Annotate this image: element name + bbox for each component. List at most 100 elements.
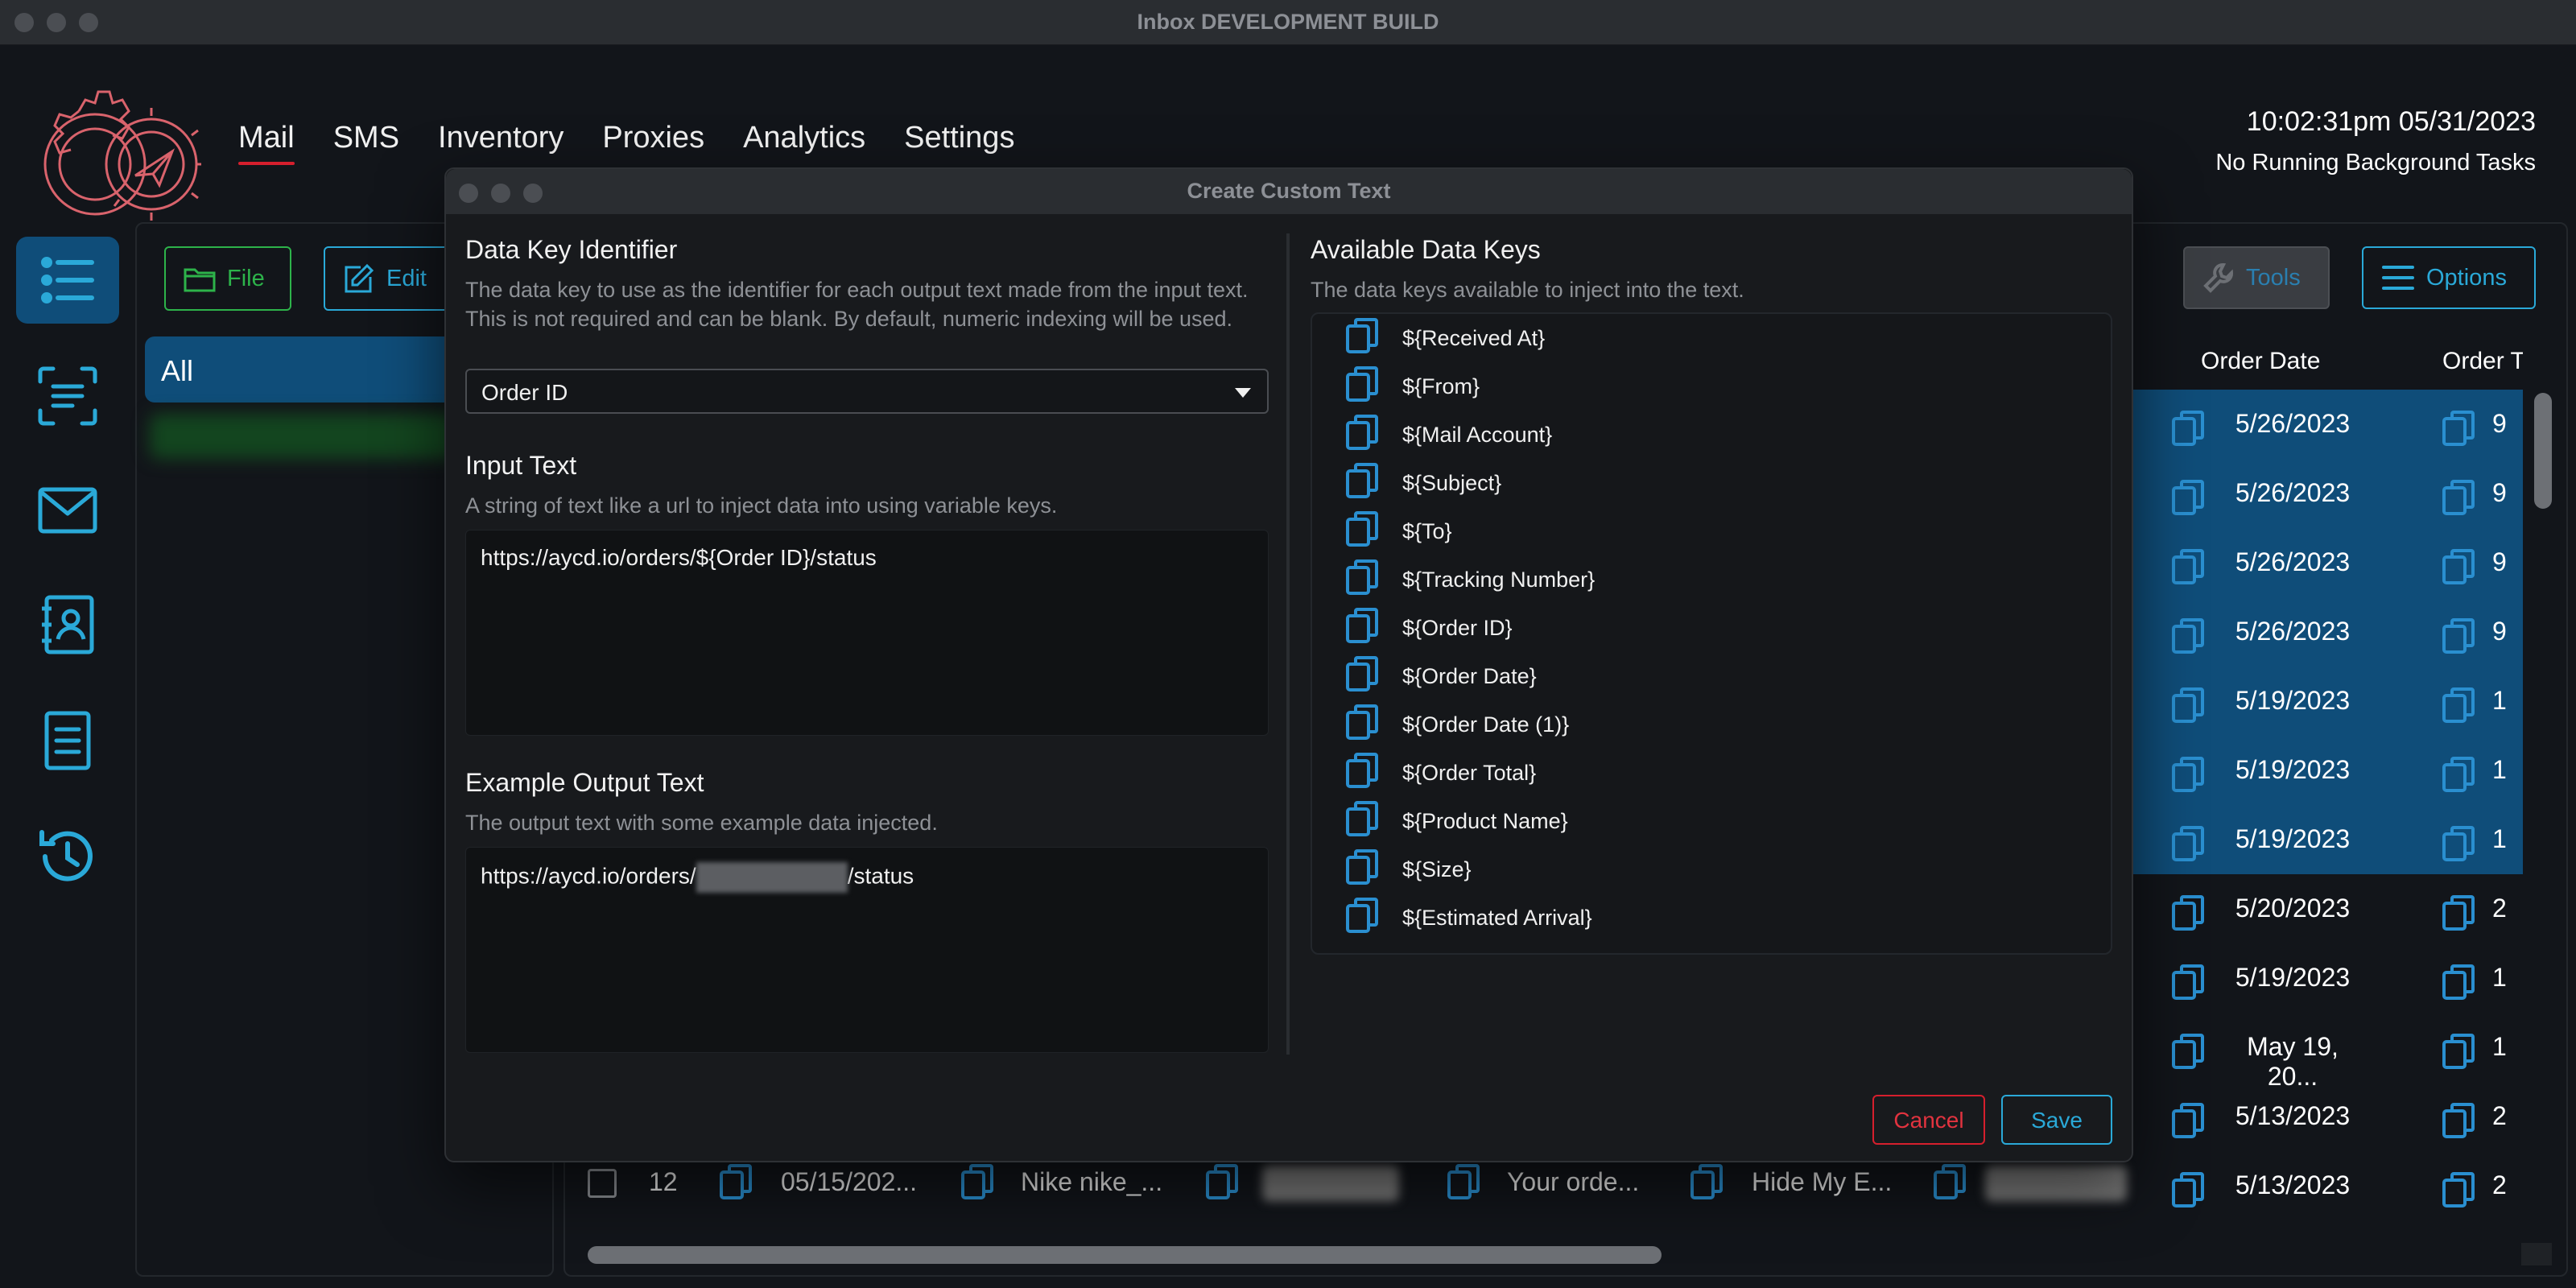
copy-icon[interactable] <box>2170 409 2206 448</box>
table-row[interactable]: 5/13/2023 2 <box>2133 1154 2523 1224</box>
copy-icon[interactable] <box>2441 617 2476 655</box>
copy-icon[interactable] <box>2170 478 2206 517</box>
copy-icon[interactable] <box>2441 686 2476 724</box>
table-row[interactable]: May 19, 20... 1 <box>2133 1016 2523 1091</box>
copy-icon[interactable] <box>1932 1162 1967 1201</box>
sidebar-item-list[interactable] <box>16 237 119 324</box>
copy-icon[interactable] <box>1344 654 1380 699</box>
copy-icon[interactable] <box>2170 547 2206 586</box>
sidebar-item-contacts[interactable] <box>16 581 119 668</box>
copy-icon[interactable] <box>2441 1032 2476 1071</box>
table-row[interactable]: 5/20/2023 2 <box>2133 877 2523 947</box>
nav-inventory[interactable]: Inventory <box>438 121 564 165</box>
order-total-cell: 9 <box>2492 617 2507 646</box>
copy-icon[interactable] <box>2441 409 2476 448</box>
copy-icon[interactable] <box>1446 1162 1481 1201</box>
table-row[interactable]: 5/19/2023 1 <box>2133 808 2523 877</box>
header-order-date[interactable]: Order Date <box>2201 348 2320 375</box>
copy-icon[interactable] <box>2170 1032 2206 1071</box>
clock: 10:02:31pm 05/31/2023 <box>2246 106 2536 137</box>
copy-icon[interactable] <box>2170 824 2206 863</box>
copy-icon[interactable] <box>1344 896 1380 940</box>
copy-icon[interactable] <box>1344 461 1380 506</box>
table-row[interactable]: 5/19/2023 1 <box>2133 670 2523 739</box>
table-row[interactable]: 5/26/2023 9 <box>2133 462 2523 531</box>
file-button[interactable]: File <box>164 246 291 311</box>
nav-mail[interactable]: Mail <box>238 121 295 165</box>
copy-icon[interactable] <box>2441 963 2476 1001</box>
copy-icon[interactable] <box>718 1162 753 1201</box>
copy-icon[interactable] <box>1344 365 1380 409</box>
nav-proxies[interactable]: Proxies <box>602 121 704 165</box>
data-key-item[interactable]: ${Order Date (1)} <box>1344 700 1569 749</box>
copy-icon[interactable] <box>2170 686 2206 724</box>
copy-icon[interactable] <box>2441 1101 2476 1140</box>
copy-icon[interactable] <box>2441 478 2476 517</box>
options-button[interactable]: Options <box>2362 246 2536 309</box>
folder-all[interactable]: All <box>145 336 483 402</box>
data-key-item[interactable]: ${Received At} <box>1344 314 1545 362</box>
tools-button[interactable]: Tools <box>2183 246 2330 309</box>
nav-sms[interactable]: SMS <box>333 121 399 165</box>
table-row[interactable]: 5/26/2023 9 <box>2133 531 2523 601</box>
sidebar-item-history[interactable] <box>16 813 119 900</box>
table-row[interactable]: 5/26/2023 9 <box>2133 601 2523 670</box>
data-key-item[interactable]: ${Product Name} <box>1344 797 1568 845</box>
table-row[interactable]: 5/13/2023 2 <box>2133 1085 2523 1154</box>
table-row[interactable]: 5/19/2023 1 <box>2133 739 2523 808</box>
edit-button[interactable]: Edit <box>324 246 460 311</box>
copy-icon[interactable] <box>2170 1101 2206 1140</box>
copy-icon[interactable] <box>2170 894 2206 932</box>
copy-icon[interactable] <box>1689 1162 1724 1201</box>
copy-icon[interactable] <box>2170 755 2206 794</box>
sidebar-item-mail[interactable] <box>16 467 119 554</box>
row-checkbox[interactable] <box>588 1169 617 1198</box>
header-order-total[interactable]: Order Tota <box>2442 348 2523 375</box>
data-key-item[interactable]: ${Mail Account} <box>1344 411 1552 459</box>
nav-analytics[interactable]: Analytics <box>743 121 865 165</box>
copy-icon[interactable] <box>2441 1170 2476 1209</box>
horizontal-scrollbar[interactable] <box>588 1246 1662 1264</box>
copy-icon[interactable] <box>1344 510 1380 554</box>
copy-icon[interactable] <box>1344 799 1380 844</box>
data-key-label: ${Subject} <box>1402 470 1502 495</box>
example-output-description: The output text with some example data i… <box>465 811 938 835</box>
copy-icon[interactable] <box>2441 824 2476 863</box>
data-key-item[interactable]: ${Subject} <box>1344 459 1501 507</box>
copy-icon[interactable] <box>2441 547 2476 586</box>
vertical-scrollbar[interactable] <box>2534 393 2552 509</box>
order-total-cell: 9 <box>2492 547 2507 576</box>
nav-settings[interactable]: Settings <box>904 121 1014 165</box>
copy-icon[interactable] <box>1344 413 1380 457</box>
copy-icon[interactable] <box>2170 617 2206 655</box>
data-key-item[interactable]: ${Order ID} <box>1344 604 1513 652</box>
folder-item-redacted[interactable] <box>150 414 456 459</box>
copy-icon[interactable] <box>2170 963 2206 1001</box>
data-key-item[interactable]: ${Tracking Number} <box>1344 555 1595 604</box>
data-key-item[interactable]: ${Size} <box>1344 845 1472 894</box>
data-key-item[interactable]: ${Estimated Arrival} <box>1344 894 1592 942</box>
copy-icon[interactable] <box>2441 755 2476 794</box>
save-button[interactable]: Save <box>2001 1095 2112 1145</box>
copy-icon[interactable] <box>960 1162 995 1201</box>
data-key-item[interactable]: ${Order Total} <box>1344 749 1536 797</box>
copy-icon[interactable] <box>1344 703 1380 747</box>
copy-icon[interactable] <box>1344 606 1380 650</box>
copy-icon[interactable] <box>1344 751 1380 795</box>
data-key-select[interactable]: Order ID <box>465 369 1269 414</box>
copy-icon[interactable] <box>1204 1162 1240 1201</box>
table-row[interactable]: 5/26/2023 9 <box>2133 393 2523 462</box>
input-text-field[interactable]: https://aycd.io/orders/${Order ID}/statu… <box>465 530 1269 736</box>
sidebar-item-documents[interactable] <box>16 697 119 784</box>
cancel-button[interactable]: Cancel <box>1872 1095 1985 1145</box>
copy-icon[interactable] <box>1344 316 1380 361</box>
sidebar-item-scan[interactable] <box>16 353 119 440</box>
copy-icon[interactable] <box>2170 1170 2206 1209</box>
data-key-item[interactable]: ${To} <box>1344 507 1452 555</box>
data-key-item[interactable]: ${Order Date} <box>1344 652 1537 700</box>
data-key-item[interactable]: ${From} <box>1344 362 1480 411</box>
table-row[interactable]: 5/19/2023 1 <box>2133 947 2523 1016</box>
copy-icon[interactable] <box>2441 894 2476 932</box>
copy-icon[interactable] <box>1344 848 1380 892</box>
copy-icon[interactable] <box>1344 558 1380 602</box>
